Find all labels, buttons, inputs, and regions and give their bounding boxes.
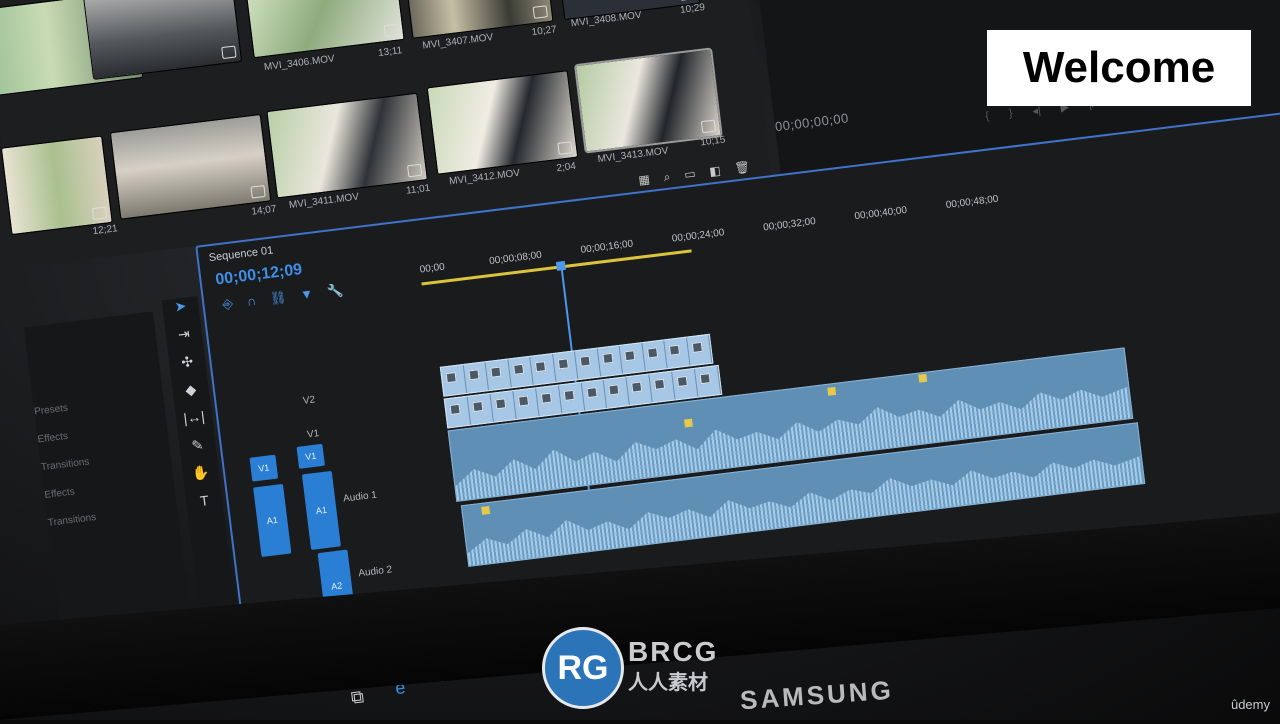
- clip-duration: 10;27: [531, 24, 558, 39]
- sequence-tab[interactable]: Sequence 01: [208, 244, 274, 264]
- target-a1[interactable]: A1: [301, 470, 341, 550]
- pen-tool-icon[interactable]: ✎: [179, 435, 218, 467]
- ruler-label: 00;00;40;00: [853, 204, 908, 223]
- hand-tool-icon[interactable]: ✋: [182, 463, 221, 495]
- selection-tool-icon[interactable]: ➤: [162, 296, 201, 328]
- track-select-icon[interactable]: ⇥: [165, 324, 204, 356]
- mark-in-icon[interactable]: {: [985, 110, 990, 123]
- ruler-label: 00;00;08;00: [488, 249, 543, 268]
- timeline-tools: ⎆ ∩ ⛓ ▼ 🔧: [222, 282, 344, 313]
- track-label-v1: V1: [306, 428, 320, 441]
- clip-duration: 12;21: [92, 223, 119, 238]
- ruler-label: 00;00;48;00: [945, 193, 1000, 212]
- insert-sequence-icon[interactable]: ⎆: [222, 296, 234, 313]
- source-patch-a1[interactable]: A1: [253, 483, 292, 558]
- snap-icon[interactable]: ∩: [246, 293, 257, 310]
- target-v1[interactable]: V1: [296, 443, 325, 469]
- new-bin-icon[interactable]: ▭: [683, 166, 696, 182]
- clip-duration: 14;07: [250, 203, 278, 218]
- mark-out-icon[interactable]: }: [1008, 107, 1013, 120]
- udemy-logo: ûdemy: [1230, 697, 1270, 712]
- wrench-icon[interactable]: 🔧: [326, 282, 344, 300]
- track-name-audio1: Audio 1: [342, 489, 378, 505]
- new-item-icon[interactable]: ◧: [709, 163, 722, 179]
- ruler-label: 00;00;24;00: [671, 227, 726, 245]
- clip-duration: 13;11: [377, 45, 403, 60]
- sequence-timecode[interactable]: 00;00;12;09: [215, 261, 304, 289]
- delete-icon[interactable]: 🗑: [734, 160, 751, 177]
- effects-item[interactable]: Effects: [37, 419, 167, 446]
- clip-marker[interactable]: [481, 505, 491, 515]
- linked-selection-icon[interactable]: ⛓: [269, 289, 287, 307]
- track-name-audio2: Audio 2: [357, 564, 393, 580]
- effects-item[interactable]: Effects: [44, 474, 174, 501]
- watermark-text: BRCG: [628, 636, 719, 667]
- track-label-v2: V2: [302, 394, 316, 407]
- ruler-label: 00;00: [419, 261, 446, 276]
- watermark-subtext: 人人素材: [628, 672, 708, 694]
- clip-duration: 10;29: [679, 1, 706, 16]
- clip-thumbnail-selected[interactable]: [576, 49, 721, 152]
- program-timecode: 00;00;00;00: [774, 110, 850, 135]
- clip-duration: 11;01: [405, 182, 431, 197]
- clip-duration: 2;04: [555, 160, 577, 175]
- ruler-label: 00;00;16;00: [579, 238, 634, 256]
- razor-tool-icon[interactable]: ◆: [172, 379, 211, 411]
- add-marker-icon[interactable]: ▼: [299, 286, 314, 303]
- type-tool-icon[interactable]: T: [185, 490, 224, 522]
- effects-item[interactable]: Presets: [34, 391, 164, 418]
- watermark-logo: RG: [542, 627, 624, 709]
- effects-item[interactable]: Transitions: [47, 502, 177, 529]
- clip-name: MVI_3406.MOV: [263, 53, 336, 74]
- source-patch-v1[interactable]: V1: [249, 454, 279, 482]
- effects-item[interactable]: Transitions: [40, 446, 170, 473]
- clip-thumbnail[interactable]: [110, 114, 271, 219]
- ruler-label: 00;00;32;00: [762, 216, 817, 234]
- clip-thumbnail[interactable]: [427, 71, 578, 174]
- list-view-icon[interactable]: ▦: [638, 172, 651, 188]
- search-icon[interactable]: ⌕: [663, 169, 672, 185]
- clip-thumbnail[interactable]: [267, 93, 427, 198]
- welcome-caption: Welcome: [987, 30, 1251, 106]
- clip-duration: 10;15: [699, 134, 726, 149]
- clip-marker[interactable]: [918, 373, 928, 383]
- task-view-icon[interactable]: ⧉: [350, 686, 365, 708]
- clip-marker[interactable]: [827, 386, 837, 396]
- slip-tool-icon[interactable]: |↔|: [175, 407, 214, 439]
- clip-marker[interactable]: [684, 418, 693, 428]
- clip-thumbnail[interactable]: [1, 136, 112, 235]
- ripple-edit-icon[interactable]: ✣: [168, 352, 207, 384]
- clip-thumbnail[interactable]: [402, 0, 553, 38]
- clip-thumbnail[interactable]: [83, 0, 242, 79]
